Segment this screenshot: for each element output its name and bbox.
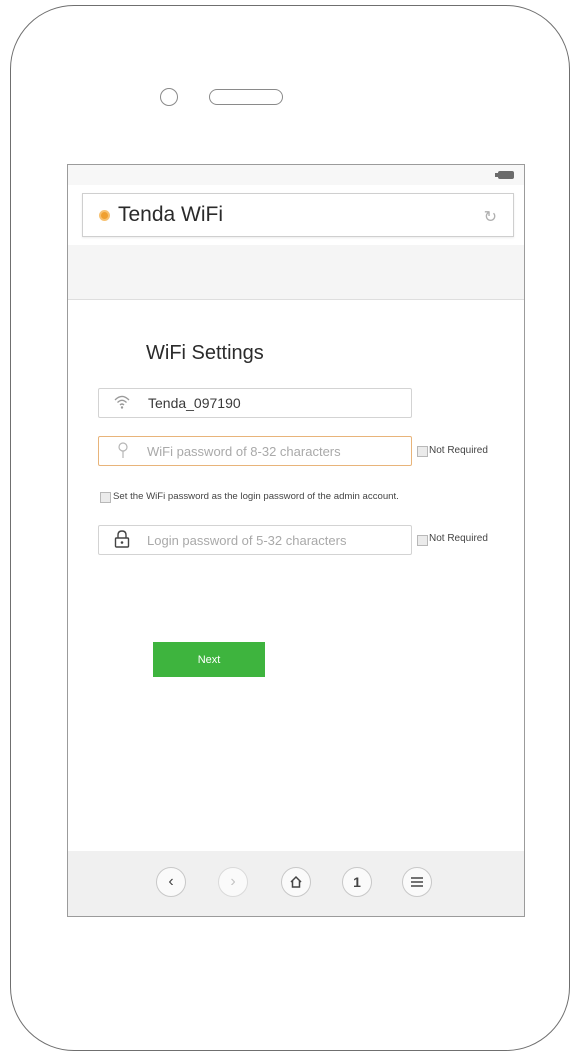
login-password-placeholder: Login password of 5-32 characters xyxy=(147,533,347,548)
page-title: WiFi Settings xyxy=(146,342,264,364)
wifi-password-field[interactable]: WiFi password of 8-32 characters xyxy=(98,436,412,466)
wifi-icon xyxy=(113,394,131,415)
browser-nav-bar: ‹ › 1 xyxy=(68,851,524,916)
chevron-right-icon: › xyxy=(230,873,236,890)
ssid-value: Tenda_097190 xyxy=(148,395,241,411)
ssid-field[interactable]: Tenda_097190 xyxy=(98,388,412,418)
address-bar[interactable]: Tenda WiFi ↻ xyxy=(82,193,514,237)
home-button[interactable] xyxy=(281,867,311,897)
menu-icon xyxy=(411,877,423,887)
back-button[interactable]: ‹ xyxy=(156,867,186,897)
home-icon xyxy=(290,875,302,888)
status-bar xyxy=(68,165,524,185)
tab-count: 1 xyxy=(353,874,361,890)
phone-screen: Tenda WiFi ↻ WiFi Settings Tenda_097190 xyxy=(67,164,525,917)
menu-button[interactable] xyxy=(402,867,432,897)
login-not-required-checkbox[interactable] xyxy=(417,535,428,546)
wifi-not-required-label: Not Required xyxy=(429,445,488,456)
reload-icon[interactable]: ↻ xyxy=(484,207,497,227)
chevron-left-icon: ‹ xyxy=(168,873,174,890)
tenda-logo-icon xyxy=(99,210,110,221)
camera-icon xyxy=(160,88,178,106)
page-header-band xyxy=(68,245,524,300)
wifi-password-placeholder: WiFi password of 8-32 characters xyxy=(147,444,341,459)
key-icon xyxy=(117,442,129,464)
settings-content: WiFi Settings Tenda_097190 WiFi password xyxy=(68,300,524,850)
login-password-field[interactable]: Login password of 5-32 characters xyxy=(98,525,412,555)
wifi-not-required-checkbox[interactable] xyxy=(417,446,428,457)
next-button[interactable]: Next xyxy=(153,642,265,677)
browser-title: Tenda WiFi xyxy=(118,203,224,226)
sync-password-label: Set the WiFi password as the login passw… xyxy=(113,491,399,502)
lock-icon xyxy=(114,530,130,553)
tabs-button[interactable]: 1 xyxy=(342,867,372,897)
speaker-icon xyxy=(209,89,283,105)
battery-icon xyxy=(495,171,514,179)
login-not-required-label: Not Required xyxy=(429,533,488,544)
forward-button[interactable]: › xyxy=(218,867,248,897)
sync-password-checkbox[interactable] xyxy=(100,492,111,503)
